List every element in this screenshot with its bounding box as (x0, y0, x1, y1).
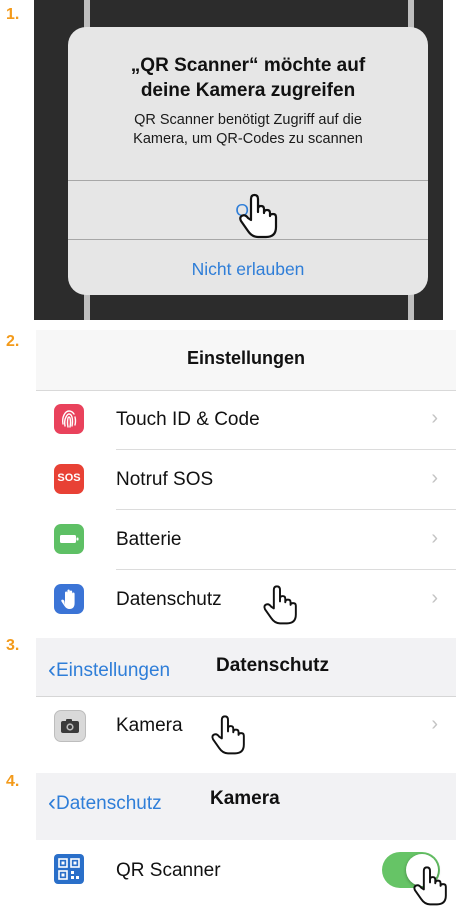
app-label: QR Scanner (116, 860, 221, 881)
alert-message: QR Scanner benötigt Zugriff auf die Kame… (133, 112, 363, 147)
settings-item-label: Touch ID & Code (116, 409, 260, 430)
battery-icon (54, 524, 84, 554)
alert-title: „QR Scanner“ möchte auf deine Kamera zug… (130, 55, 366, 101)
tap-hand-icon (263, 585, 297, 625)
permission-alert: „QR Scanner“ möchte auf deine Kamera zug… (68, 27, 428, 295)
settings-item-label: Datenschutz (116, 589, 222, 610)
chevron-right-icon: › (431, 407, 438, 429)
camera-permission-screen: „QR Scanner“ möchte auf deine Kamera zug… (34, 0, 443, 320)
privacy-screen: ‹Einstellungen Datenschutz Kamera › (36, 638, 456, 758)
chevron-left-icon: ‹ (48, 789, 56, 816)
sos-icon: SOS (54, 464, 84, 494)
settings-item-datenschutz[interactable]: Datenschutz › (36, 570, 456, 630)
chevron-right-icon: › (431, 467, 438, 489)
settings-item-label: Notruf SOS (116, 469, 214, 490)
page-title: Kamera (210, 788, 280, 809)
back-button[interactable]: ‹Datenschutz (48, 788, 162, 816)
step-number-4: 4. (6, 773, 20, 790)
qr-code-icon (54, 854, 84, 884)
step-number-1: 1. (6, 6, 20, 23)
nav-bar: ‹Datenschutz Kamera (36, 773, 456, 829)
page-title: Einstellungen (186, 348, 305, 368)
app-row-qr-scanner: QR Scanner (36, 840, 456, 900)
privacy-item-label: Kamera (116, 715, 183, 736)
step-number-2: 2. (6, 333, 20, 350)
nav-bar: ‹Einstellungen Datenschutz (36, 638, 456, 697)
camera-permissions-screen: ‹Datenschutz Kamera QR Scanner (36, 773, 456, 906)
chevron-right-icon: › (431, 587, 438, 609)
camera-icon (54, 710, 86, 742)
chevron-right-icon: › (431, 713, 438, 735)
fingerprint-icon (54, 404, 84, 434)
hand-icon (54, 584, 84, 614)
settings-header: Einstellungen (36, 330, 456, 391)
tap-hand-icon (413, 866, 447, 906)
chevron-left-icon: ‹ (48, 656, 56, 683)
settings-item-label: Batterie (116, 529, 182, 550)
settings-screen: Einstellungen Touch ID & Code › SOS Notr… (36, 330, 456, 632)
chevron-right-icon: › (431, 527, 438, 549)
settings-item-notruf-sos[interactable]: SOS Notruf SOS › (36, 450, 456, 510)
tap-hand-icon (211, 715, 245, 755)
settings-item-batterie[interactable]: Batterie › (36, 510, 456, 570)
back-button[interactable]: ‹Einstellungen (48, 655, 170, 683)
tap-hand-icon (239, 193, 278, 239)
step-number-3: 3. (6, 637, 20, 654)
settings-item-touch-id[interactable]: Touch ID & Code › (36, 390, 456, 450)
deny-button[interactable]: Nicht erlauben (68, 240, 428, 295)
section-gap (36, 828, 456, 840)
page-title: Datenschutz (216, 655, 329, 676)
